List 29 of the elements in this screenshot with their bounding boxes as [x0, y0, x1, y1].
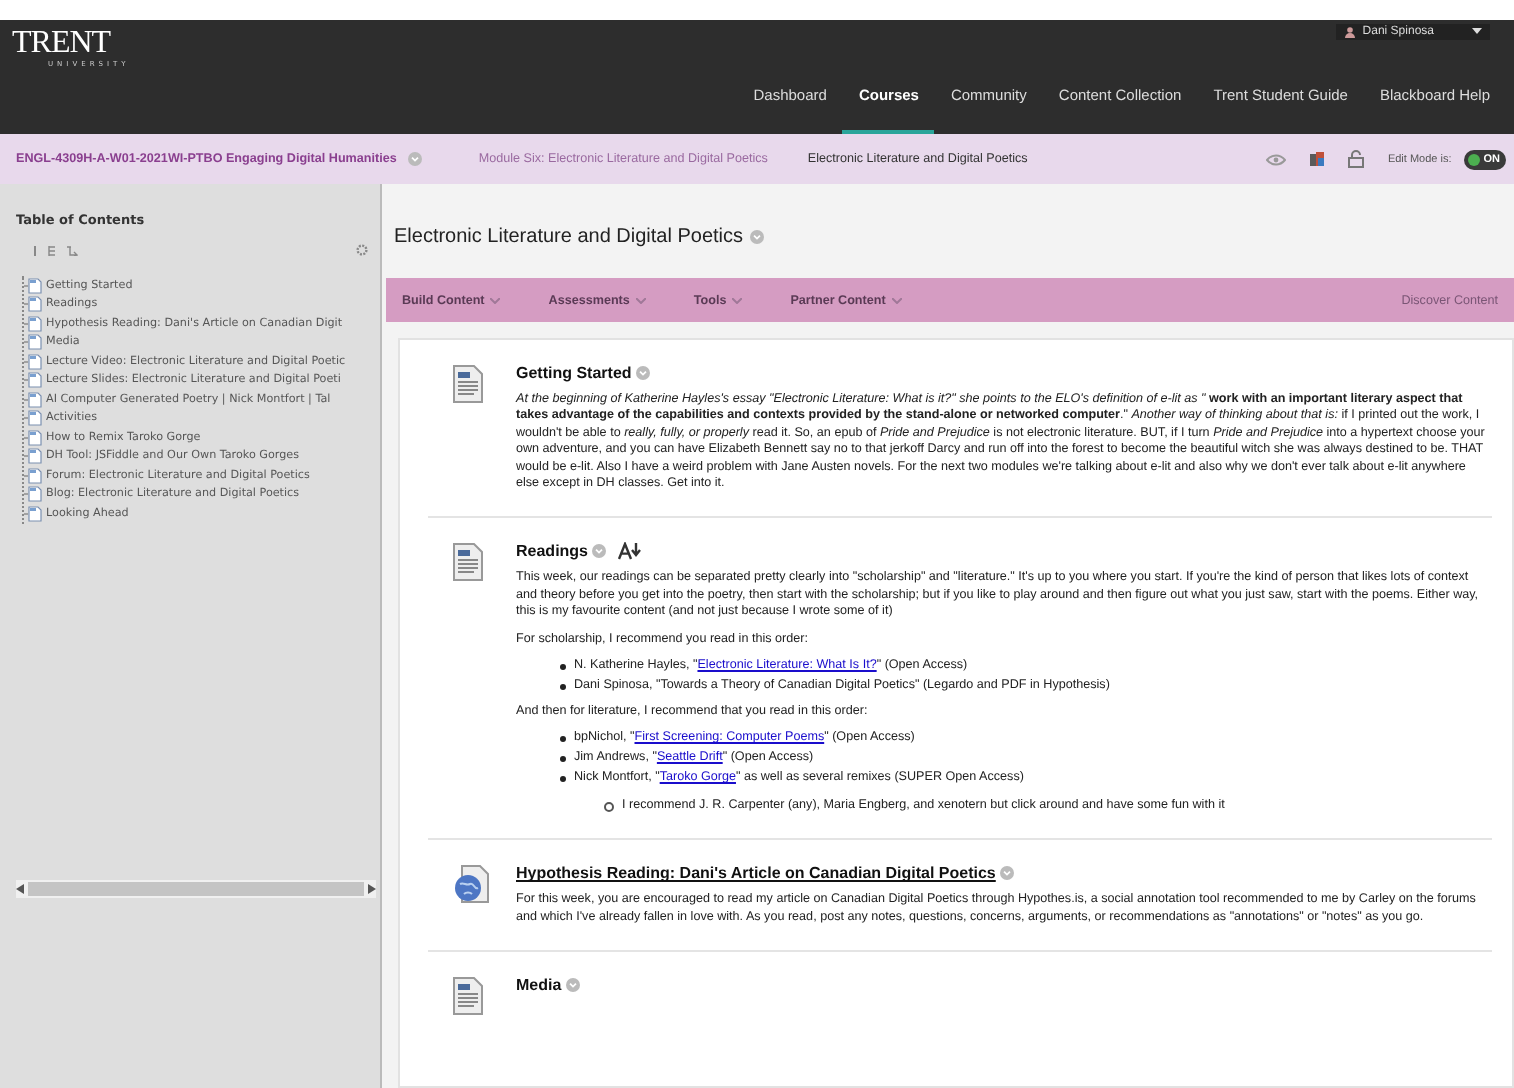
- caret-icon: [891, 297, 902, 303]
- chevron-icon[interactable]: [749, 230, 764, 244]
- chevron-icon[interactable]: [408, 152, 423, 166]
- item-title[interactable]: Readings: [516, 542, 589, 561]
- page-title: Electronic Literature and Digital Poetics: [394, 226, 744, 248]
- caret-icon: [635, 297, 646, 303]
- document-icon: [452, 976, 484, 1017]
- document-icon: [452, 542, 484, 583]
- chevron-icon[interactable]: [565, 978, 580, 993]
- alternative-formats-icon[interactable]: [618, 542, 643, 561]
- user-icon: [1344, 26, 1357, 38]
- eye-icon[interactable]: [1265, 153, 1286, 165]
- item-title[interactable]: Getting Started: [516, 364, 632, 382]
- document-icon: [452, 364, 484, 404]
- caret-icon: [732, 297, 743, 303]
- item-title[interactable]: Hypothesis Reading: Dani's Article on Canadian Digital Poetics: [516, 864, 996, 883]
- horizontal-scrollbar[interactable]: [16, 880, 376, 898]
- lock-icon[interactable]: [1347, 150, 1364, 168]
- caret-icon: [1472, 28, 1482, 36]
- item-title[interactable]: Media: [516, 976, 562, 995]
- globe-document-icon: [452, 864, 492, 905]
- gear-icon[interactable]: [356, 244, 368, 256]
- chevron-icon[interactable]: [592, 544, 607, 559]
- chevron-icon[interactable]: [635, 366, 650, 380]
- caret-icon: [490, 297, 501, 303]
- chevron-icon[interactable]: [999, 866, 1014, 881]
- palette-icon[interactable]: [1309, 152, 1324, 166]
- scroll-right-icon[interactable]: [368, 884, 376, 894]
- scroll-left-icon[interactable]: [16, 884, 24, 894]
